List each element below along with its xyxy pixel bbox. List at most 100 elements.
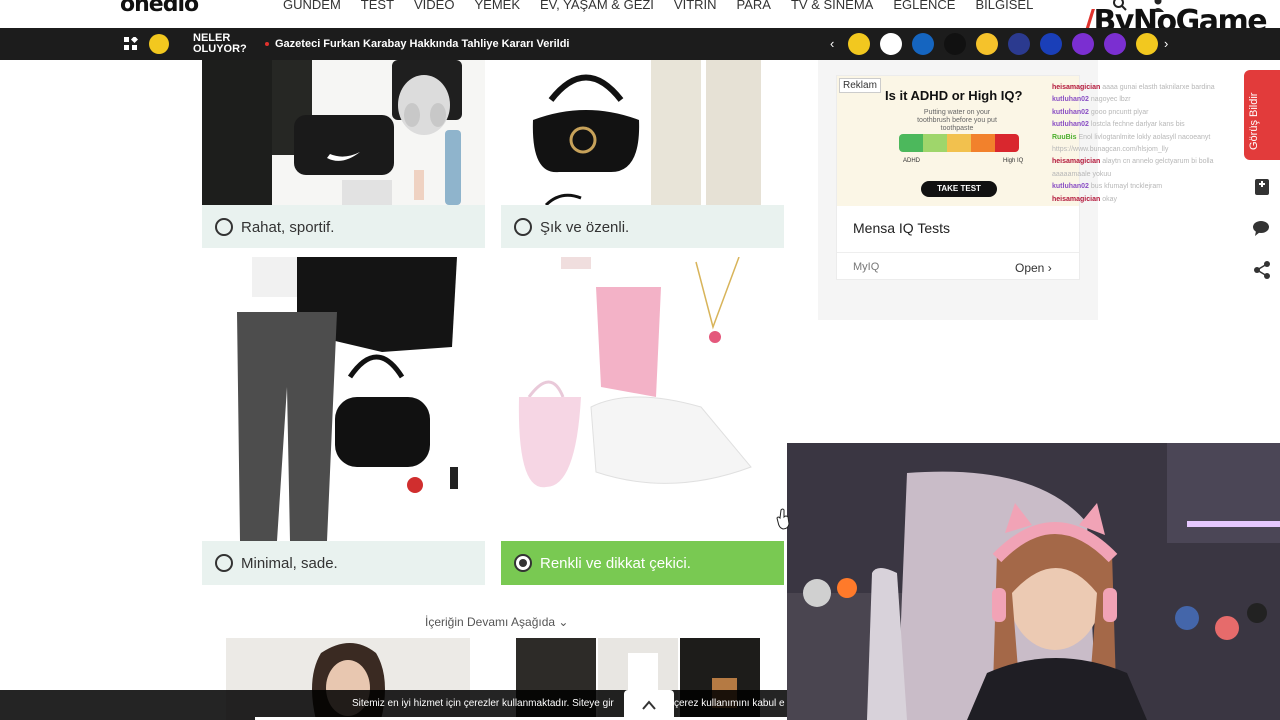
ticker-badges xyxy=(848,33,1158,55)
chat-text: https://www.bunagcan.com/hlsjom_lly xyxy=(1052,146,1169,154)
site-logo[interactable]: onedio xyxy=(120,0,199,17)
ad-subline: Putting water on your toothbrush before … xyxy=(917,109,997,132)
nav-link-vitrin[interactable]: VİTRİN xyxy=(674,0,717,12)
outfit-image-sporty xyxy=(202,60,485,205)
news-ticker: NELER OLUYOR? Gazeteci Furkan Karabay Ha… xyxy=(0,28,1280,60)
answer-label: Rahat, sportif. xyxy=(241,218,335,236)
chat-message: kutluhan02 lostcla fechne darlyar kans b… xyxy=(1052,119,1262,131)
chat-message: kutluhan02 gooo pncuntt plyar xyxy=(1052,107,1262,119)
stream-chat-overlay: heisamagician aaaa gunai elasth taknilar… xyxy=(1052,82,1262,206)
ad-title[interactable]: Mensa IQ Tests xyxy=(853,220,950,236)
nav-link-gundem[interactable]: GÜNDEM xyxy=(283,0,341,12)
quiz-option-3[interactable]: Minimal, sade. xyxy=(202,257,485,585)
nav-link-video[interactable]: VİDEO xyxy=(414,0,454,12)
chat-text: gooo pncuntt plyar xyxy=(1090,108,1149,116)
share-icon[interactable] xyxy=(1253,261,1271,279)
grid-menu-icon[interactable] xyxy=(124,37,138,51)
chevron-down-icon: ⌄ xyxy=(558,615,569,629)
nav-link-ev-yasam[interactable]: EV, YAŞAM & GEZİ xyxy=(540,0,654,12)
chat-username: heisamagician xyxy=(1052,158,1101,166)
scroll-top-button[interactable] xyxy=(624,690,674,720)
chat-text: alaytn cn annelo gelctyarum bi bolla xyxy=(1102,158,1214,166)
answer-button[interactable]: Şık ve özenli. xyxy=(501,205,784,248)
ad-cta-button[interactable]: TAKE TEST xyxy=(921,181,997,197)
ticker-badge-icon[interactable] xyxy=(1104,33,1126,55)
comments-icon[interactable] xyxy=(1253,219,1271,237)
chat-username: heisamagician xyxy=(1052,195,1101,203)
chat-username: RuuBis xyxy=(1052,133,1077,141)
quiz-option-2[interactable]: Şık ve özenli. xyxy=(501,60,784,248)
chat-message: heisamagician aaaa gunai elasth taknilar… xyxy=(1052,82,1262,94)
webcam-image xyxy=(787,443,1280,720)
ad-scale-left: ADHD xyxy=(903,158,921,164)
outfit-image-colorful xyxy=(501,257,784,541)
ticker-badge-icon[interactable] xyxy=(848,33,870,55)
cookie-text: Sitemiz en iyi hizmet için çerezler kull… xyxy=(352,698,614,709)
outfit-image-chic xyxy=(501,60,784,207)
ad-headline: Is it ADHD or High IQ? xyxy=(885,88,1023,103)
ticker-badge-icon[interactable] xyxy=(1072,33,1094,55)
ticker-prev-button[interactable]: ‹ xyxy=(830,36,834,51)
quiz-option-4[interactable]: Renkli ve dikkat çekici. xyxy=(501,257,784,585)
nav-link-tv-sinema[interactable]: TV & SİNEMA xyxy=(791,0,873,12)
ticker-badge-icon[interactable] xyxy=(912,33,934,55)
chat-message: https://www.bunagcan.com/hlsjom_lly xyxy=(1052,144,1262,156)
answer-button-selected[interactable]: Renkli ve dikkat çekici. xyxy=(501,541,784,585)
streamer-webcam xyxy=(787,443,1280,720)
ticker-next-button[interactable]: › xyxy=(1164,36,1168,51)
radio-icon xyxy=(215,554,233,572)
outfit-illustration xyxy=(532,60,761,207)
chat-text: aaaaamaale yokuu xyxy=(1052,170,1112,178)
nav-link-bilgisel[interactable]: BİLGİSEL xyxy=(975,0,1033,12)
feedback-button[interactable]: Görüş Bildir xyxy=(1244,70,1280,160)
chat-username: kutluhan02 xyxy=(1052,108,1089,116)
ticker-badge-icon[interactable] xyxy=(944,33,966,55)
chat-message: aaaaamaale yokuu xyxy=(1052,169,1262,181)
radio-checked-icon xyxy=(514,554,532,572)
ticker-badge-icon[interactable] xyxy=(976,33,998,55)
chat-text: aaaa gunai elasth taknilarxe bardina xyxy=(1102,84,1215,91)
chat-text: okay xyxy=(1102,195,1117,203)
ticker-badge-icon[interactable] xyxy=(1136,33,1158,55)
ad-open-button[interactable]: Open › xyxy=(1015,261,1052,275)
nav-link-para[interactable]: PARA xyxy=(737,0,771,12)
outfit-illustration xyxy=(237,257,458,541)
chat-username: kutluhan02 xyxy=(1052,183,1089,191)
nav-links: GÜNDEM TEST VİDEO YEMEK EV, YAŞAM & GEZİ… xyxy=(283,0,1033,12)
chat-message: kutluhan02 nagoyec lbzr xyxy=(1052,94,1262,106)
ad-footer: MyIQ Open › xyxy=(837,252,1079,280)
answer-button[interactable]: Rahat, sportif. xyxy=(202,205,485,248)
quiz-option-1[interactable]: Rahat, sportif. xyxy=(202,60,485,248)
ad-card[interactable]: Reklam Is it ADHD or High IQ? Putting wa… xyxy=(836,75,1080,280)
ticker-badge-icon[interactable] xyxy=(880,33,902,55)
ticker-badge-icon[interactable] xyxy=(1008,33,1030,55)
content-continues-link[interactable]: İçeriğin Devamı Aşağıda ⌄ xyxy=(425,615,568,629)
screen: onedio GÜNDEM TEST VİDEO YEMEK EV, YAŞAM… xyxy=(0,0,1280,720)
live-dot-icon xyxy=(265,42,269,46)
mouse-cursor-icon xyxy=(776,508,790,530)
radio-icon xyxy=(215,218,233,236)
cookie-banner: Sitemiz en iyi hizmet için çerezler kull… xyxy=(0,690,787,720)
answer-label: Renkli ve dikkat çekici. xyxy=(540,554,691,572)
ad-scale-right: High IQ xyxy=(1003,158,1024,164)
answer-button[interactable]: Minimal, sade. xyxy=(202,541,485,585)
ad-scale-bar xyxy=(899,134,1019,152)
ticker-headline[interactable]: Gazeteci Furkan Karabay Hakkında Tahliye… xyxy=(275,38,569,50)
radio-icon xyxy=(514,218,532,236)
chevron-up-icon xyxy=(642,700,656,710)
chat-username: kutluhan02 xyxy=(1052,121,1089,129)
bookmark-icon[interactable] xyxy=(1253,178,1271,196)
nav-link-eglence[interactable]: EĞLENCE xyxy=(893,0,955,12)
ad-advertiser: MyIQ xyxy=(853,261,880,273)
nav-link-yemek[interactable]: YEMEK xyxy=(474,0,520,12)
chat-text: Enol livlogtanlmite lokly aolasyll nacoe… xyxy=(1078,133,1211,141)
category-icon[interactable] xyxy=(149,34,169,54)
ticker-badge-icon[interactable] xyxy=(1040,33,1062,55)
chat-username: kutluhan02 xyxy=(1052,96,1089,104)
chat-message: heisamagician alaytn cn annelo gelctyaru… xyxy=(1052,156,1262,168)
nav-link-test[interactable]: TEST xyxy=(361,0,394,12)
chat-text: lostcla fechne darlyar kans bis xyxy=(1090,121,1185,129)
chat-username: heisamagician xyxy=(1052,84,1101,91)
chevron-right-icon: › xyxy=(1047,261,1052,275)
outfit-image-minimal xyxy=(202,257,485,541)
